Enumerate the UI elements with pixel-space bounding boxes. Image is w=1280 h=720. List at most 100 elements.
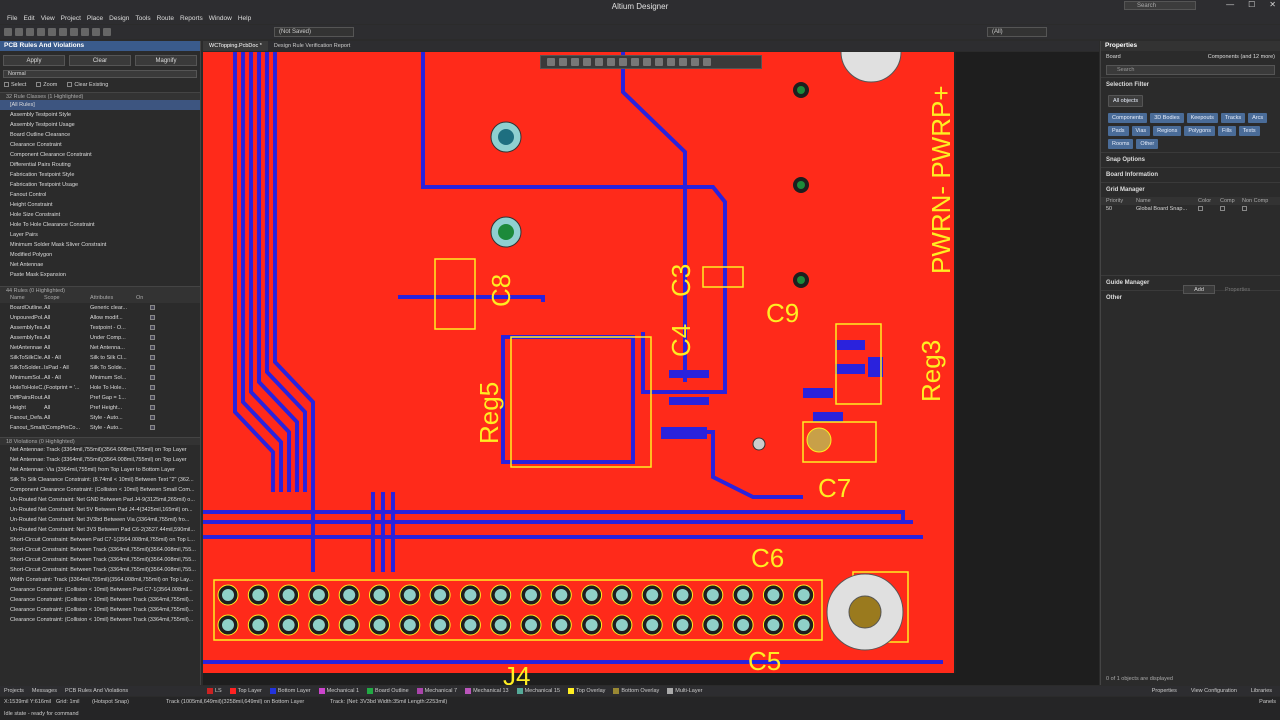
rule-enabled-checkbox[interactable] <box>136 333 186 343</box>
filter-chip[interactable]: 3D Bodies <box>1150 113 1184 123</box>
rule-class-item[interactable]: Clearance Constraint <box>0 140 200 150</box>
tab-drc-report[interactable]: Design Rule Verification Report <box>268 41 356 51</box>
layer-tab[interactable]: Top Overlay <box>564 688 609 694</box>
cut-icon[interactable] <box>59 28 67 36</box>
rule-class-item[interactable]: Fanout Control <box>0 190 200 200</box>
rule-enabled-checkbox[interactable] <box>136 413 186 423</box>
rule-enabled-checkbox[interactable] <box>136 323 186 333</box>
violation-item[interactable]: Clearance Constraint: (Collision < 10mil… <box>0 605 200 615</box>
violation-item[interactable]: Short-Circuit Constraint: Between Pad C7… <box>0 535 200 545</box>
components-select[interactable]: Components (and 12 more) <box>1208 54 1275 60</box>
col-attributes[interactable]: Attributes <box>90 294 136 303</box>
menu-design[interactable]: Design <box>106 15 132 22</box>
close-icon[interactable]: ✕ <box>1269 0 1276 9</box>
rule-class-item[interactable]: Hole Size Constraint <box>0 210 200 220</box>
dimension-icon[interactable] <box>679 58 687 66</box>
rule-class-item[interactable]: Fabrication Testpoint Style <box>0 170 200 180</box>
layer-tab[interactable]: Multi-Layer <box>663 688 706 694</box>
all-objects-chip[interactable]: All objects <box>1108 95 1144 107</box>
violation-item[interactable]: Net Antennae: Via (3364mil,755mil) from … <box>0 465 200 475</box>
zoom-checkbox[interactable]: Zoom <box>36 82 57 88</box>
rule-enabled-checkbox[interactable] <box>136 423 186 433</box>
layer-tab[interactable]: Bottom Layer <box>266 688 315 694</box>
maximize-icon[interactable]: ☐ <box>1248 0 1255 9</box>
violation-item[interactable]: Width Constraint: Track (3364mil,755mil)… <box>0 575 200 585</box>
filter-chip[interactable]: Other <box>1136 139 1159 149</box>
snap-options-header[interactable]: Snap Options <box>1101 152 1280 167</box>
filter-chip[interactable]: Arcs <box>1248 113 1268 123</box>
copy-icon[interactable] <box>70 28 78 36</box>
rule-row[interactable]: NetAntennae All Net Antenna... <box>0 343 200 353</box>
rule-enabled-checkbox[interactable] <box>136 343 186 353</box>
grid-manager-header[interactable]: Grid Manager <box>1101 182 1280 197</box>
move-icon[interactable] <box>559 58 567 66</box>
select-checkbox[interactable]: Select <box>4 82 26 88</box>
select-rect-icon[interactable] <box>571 58 579 66</box>
rule-class-item[interactable]: Fabrication Testpoint Usage <box>0 180 200 190</box>
rule-class-item[interactable]: Layer Pairs <box>0 230 200 240</box>
violation-item[interactable]: Un-Routed Net Constraint: Net GND Betwee… <box>0 495 200 505</box>
panels-button[interactable]: Panels <box>1259 699 1276 705</box>
apply-button[interactable]: Apply <box>3 55 65 66</box>
grid-row[interactable]: 50 Global Board Snap... <box>1101 205 1280 213</box>
rule-enabled-checkbox[interactable] <box>136 393 186 403</box>
tab-projects[interactable]: Projects <box>0 688 28 694</box>
violation-item[interactable]: Short-Circuit Constraint: Between Track … <box>0 545 200 555</box>
selection-filter-header[interactable]: Selection Filter <box>1101 77 1280 92</box>
filter-chip[interactable]: Keepouts <box>1186 113 1218 123</box>
filter-chip[interactable]: Vias <box>1131 126 1151 136</box>
menu-route[interactable]: Route <box>154 15 177 22</box>
filter-chip[interactable]: Texts <box>1238 126 1260 136</box>
clear-button[interactable]: Clear <box>69 55 131 66</box>
filter-select[interactable]: (All) <box>987 27 1047 37</box>
rule-enabled-checkbox[interactable] <box>136 403 186 413</box>
violation-item[interactable]: Un-Routed Net Constraint: Net 5V Between… <box>0 505 200 515</box>
menu-project[interactable]: Project <box>58 15 84 22</box>
violation-item[interactable]: Short-Circuit Constraint: Between Track … <box>0 555 200 565</box>
menu-place[interactable]: Place <box>84 15 106 22</box>
rule-row[interactable]: Fanout_Small (CompPinCo... Style - Auto... <box>0 423 200 433</box>
rule-class-item[interactable]: Hole To Hole Clearance Constraint <box>0 220 200 230</box>
polygon-icon[interactable] <box>655 58 663 66</box>
rule-class-item[interactable]: Paste Mask Expansion <box>0 270 200 280</box>
rule-class-item[interactable]: Component Clearance Constraint <box>0 150 200 160</box>
tab-libraries[interactable]: Libraries <box>1247 688 1276 694</box>
zoom-icon[interactable] <box>48 28 56 36</box>
layer-tab[interactable]: Mechanical 1 <box>315 688 363 694</box>
rule-row[interactable]: BoardOutline... All Generic clear... <box>0 303 200 313</box>
menu-edit[interactable]: Edit <box>20 15 37 22</box>
rule-row[interactable]: DiffPairsRout... All Pref Gap = 1... <box>0 393 200 403</box>
rule-class-item[interactable]: Assembly Testpoint Usage <box>0 120 200 130</box>
redo-icon[interactable] <box>103 28 111 36</box>
new-icon[interactable] <box>4 28 12 36</box>
col-on[interactable]: On <box>136 294 186 303</box>
rule-row[interactable]: HoleToHoleC... (Footprint = '... Hole To H… <box>0 383 200 393</box>
properties-search[interactable]: Search <box>1106 65 1275 75</box>
layer-tab[interactable]: Mechanical 15 <box>513 688 564 694</box>
fill-icon[interactable] <box>607 58 615 66</box>
tab-pcb-rules[interactable]: PCB Rules And Violations <box>61 688 132 694</box>
menu-tools[interactable]: Tools <box>132 15 153 22</box>
pad-icon[interactable] <box>643 58 651 66</box>
minimize-icon[interactable]: — <box>1226 0 1234 9</box>
rule-row[interactable]: SilkToSolder... IsPad - All Silk To Solde.… <box>0 363 200 373</box>
rule-class-item[interactable]: [All Rules] <box>0 100 200 110</box>
keepout-icon[interactable] <box>667 58 675 66</box>
filter-chip[interactable]: Components <box>1108 113 1148 123</box>
col-name[interactable]: Name <box>0 294 44 303</box>
filter-chip[interactable]: Regions <box>1153 126 1182 136</box>
rule-enabled-checkbox[interactable] <box>136 303 186 313</box>
mode-select[interactable]: Normal <box>3 70 197 78</box>
rule-row[interactable]: UnpouredPol... All Allow modif... <box>0 313 200 323</box>
tab-view-config[interactable]: View Configuration <box>1187 688 1241 694</box>
menu-window[interactable]: Window <box>206 15 235 22</box>
rule-class-item[interactable]: Height Constraint <box>0 200 200 210</box>
violation-item[interactable]: Component Clearance Constraint: (Collisi… <box>0 485 200 495</box>
layer-tab[interactable]: Mechanical 7 <box>413 688 461 694</box>
menu-help[interactable]: Help <box>235 15 254 22</box>
rule-class-item[interactable]: Modified Polygon <box>0 250 200 260</box>
variant-select[interactable]: (Not Saved) <box>274 27 354 37</box>
place-component-icon[interactable] <box>595 58 603 66</box>
rule-row[interactable]: SilkToSilkCle... All - All Silk to Silk Cl… <box>0 353 200 363</box>
text-icon[interactable] <box>691 58 699 66</box>
